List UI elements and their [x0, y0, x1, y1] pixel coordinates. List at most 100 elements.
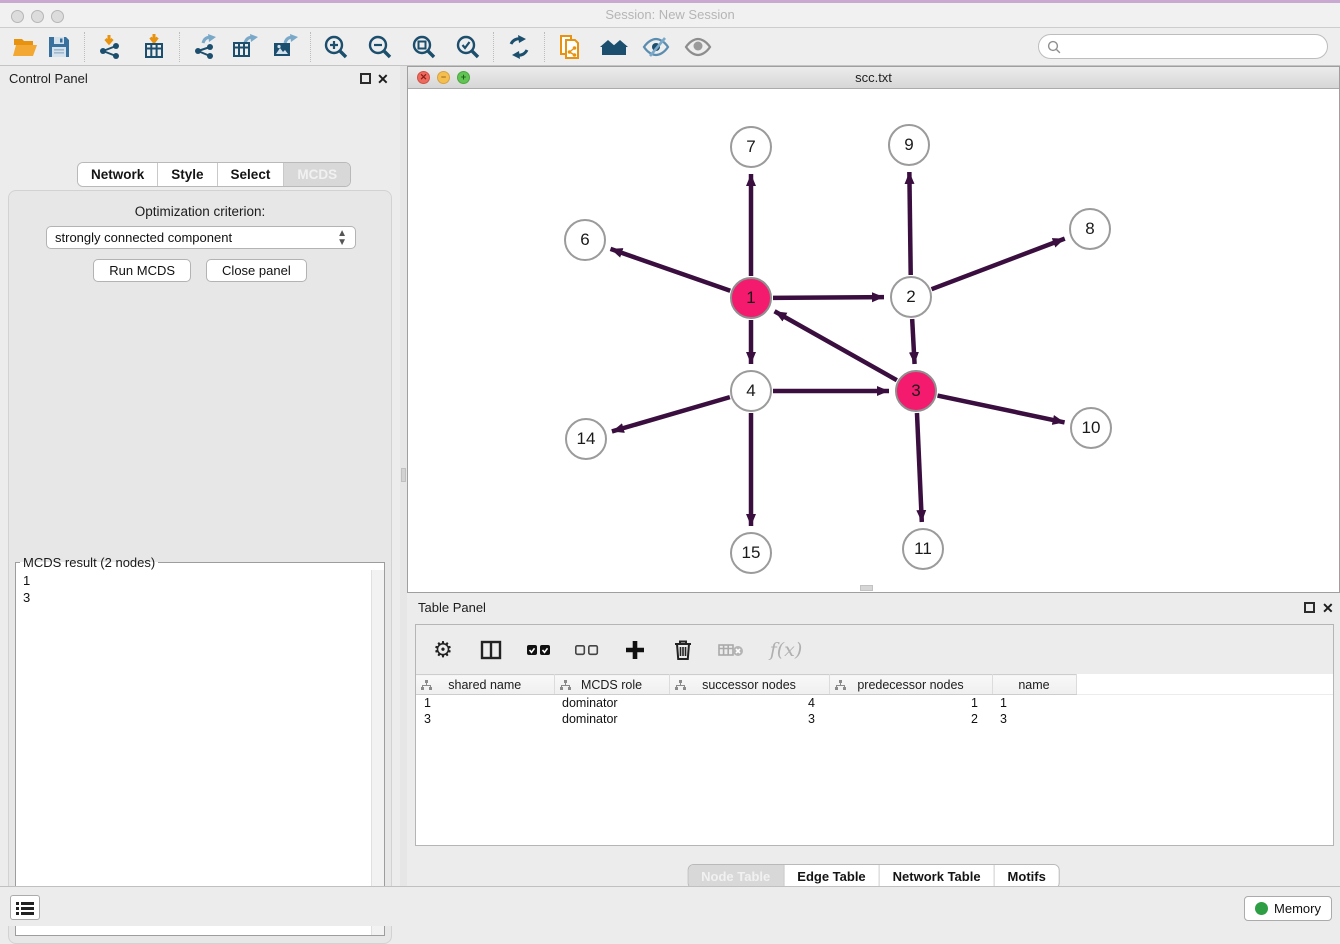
export-image-icon[interactable]: [268, 31, 302, 63]
table-cell[interactable]: dominator: [554, 711, 669, 727]
graph-node-4[interactable]: 4: [730, 370, 772, 412]
mcds-result-list[interactable]: 13: [16, 570, 371, 935]
control-panel-close-icon[interactable]: ✕: [377, 70, 389, 88]
column-header-MCDS-role[interactable]: MCDS role: [554, 675, 669, 695]
graph-edge-1-6[interactable]: [610, 249, 730, 291]
cybrowser-home-icon[interactable]: [597, 31, 631, 63]
add-column-plus-icon[interactable]: [622, 637, 648, 663]
table-cell[interactable]: 2: [829, 711, 992, 727]
graph-edge-3-11[interactable]: [917, 413, 922, 522]
graph-node-3[interactable]: 3: [895, 370, 937, 412]
split-view-icon[interactable]: [478, 637, 504, 663]
export-network-icon[interactable]: [188, 31, 222, 63]
select-stepper-icon: ▲▼: [337, 229, 347, 247]
search-input[interactable]: [1066, 39, 1327, 54]
control-panel-float-button[interactable]: [360, 73, 371, 84]
graph-edge-4-14[interactable]: [612, 397, 730, 431]
table-cell[interactable]: 3: [669, 711, 829, 727]
graph-edge-2-8[interactable]: [932, 239, 1065, 290]
hide-selected-eye-icon[interactable]: [639, 31, 673, 63]
mcds-result-item[interactable]: 3: [23, 589, 371, 606]
graph-node-14[interactable]: 14: [565, 418, 607, 460]
import-table-icon[interactable]: [137, 31, 171, 63]
network-canvas[interactable]: 7 9 6 8 1 2 4 3 14 10 15 11: [408, 89, 1339, 592]
graph-node-6[interactable]: 6: [564, 219, 606, 261]
search-icon: [1047, 40, 1061, 54]
table-row[interactable]: 1dominator411: [416, 695, 1333, 711]
zoom-in-icon[interactable]: [319, 31, 353, 63]
optimization-criterion-select[interactable]: strongly connected component ▲▼: [46, 226, 356, 249]
export-table-icon[interactable]: [228, 31, 262, 63]
tab-motifs[interactable]: Motifs: [995, 865, 1059, 888]
column-header-shared-name[interactable]: shared name: [416, 675, 554, 695]
graph-node-15[interactable]: 15: [730, 532, 772, 574]
tab-network-table[interactable]: Network Table: [880, 865, 995, 888]
graph-edge-3-1[interactable]: [775, 311, 897, 380]
table-cell[interactable]: 1: [416, 695, 554, 711]
table-cell[interactable]: 4: [669, 695, 829, 711]
graph-node-8[interactable]: 8: [1069, 208, 1111, 250]
table-panel-header: Table Panel ✕: [407, 594, 1340, 620]
duplicate-network-icon[interactable]: [553, 31, 587, 63]
column-header-successor-nodes[interactable]: successor nodes: [669, 675, 829, 695]
graph-node-10[interactable]: 10: [1070, 407, 1112, 449]
table-panel-float-button[interactable]: [1304, 602, 1315, 613]
tab-node-table[interactable]: Node Table: [688, 865, 784, 888]
delete-column-trash-icon[interactable]: [670, 637, 696, 663]
optimization-criterion-label: Optimization criterion:: [9, 204, 391, 219]
show-all-eye-icon[interactable]: [681, 31, 715, 63]
table-settings-gear-icon[interactable]: ⚙: [430, 637, 456, 663]
open-session-icon[interactable]: [8, 31, 42, 63]
deselect-all-icon[interactable]: [574, 637, 600, 663]
save-session-icon[interactable]: [42, 31, 76, 63]
import-network-icon[interactable]: [93, 31, 127, 63]
graph-edge-1-2[interactable]: [773, 297, 884, 298]
graph-edge-2-3[interactable]: [912, 319, 914, 364]
apply-layout-icon[interactable]: [502, 31, 536, 63]
panel-divider[interactable]: [400, 66, 407, 886]
graph-node-7[interactable]: 7: [730, 126, 772, 168]
tab-mcds[interactable]: MCDS: [284, 163, 350, 186]
select-all-icon[interactable]: [526, 637, 552, 663]
task-history-button[interactable]: [10, 895, 40, 920]
table-cell[interactable]: dominator: [554, 695, 669, 711]
close-panel-button[interactable]: Close panel: [206, 259, 307, 282]
control-panel-title: Control Panel: [9, 71, 88, 86]
table-panel-close-icon[interactable]: ✕: [1322, 599, 1334, 617]
table-cell[interactable]: 3: [992, 711, 1076, 727]
table-cell[interactable]: 3: [416, 711, 554, 727]
control-panel-tabs: NetworkStyleSelectMCDS: [77, 162, 351, 187]
column-header-name[interactable]: name: [992, 675, 1076, 695]
graph-node-1[interactable]: 1: [730, 277, 772, 319]
search-field[interactable]: [1038, 34, 1328, 59]
delete-table-icon[interactable]: [718, 637, 744, 663]
node-table: shared nameMCDS rolesuccessor nodesprede…: [416, 674, 1333, 727]
table-row[interactable]: 3dominator323: [416, 711, 1333, 727]
graph-node-11[interactable]: 11: [902, 528, 944, 570]
table-cell[interactable]: 1: [829, 695, 992, 711]
mcds-result-item[interactable]: 1: [23, 572, 371, 589]
tab-select[interactable]: Select: [218, 163, 285, 186]
table-cell[interactable]: 1: [992, 695, 1076, 711]
canvas-scroll-handle[interactable]: [860, 585, 873, 591]
run-mcds-button[interactable]: Run MCDS: [93, 259, 191, 282]
function-builder-icon[interactable]: f(x): [766, 637, 806, 663]
graph-edge-3-10[interactable]: [938, 396, 1065, 423]
zoom-out-icon[interactable]: [363, 31, 397, 63]
graph-node-9[interactable]: 9: [888, 124, 930, 166]
mcds-result-groupbox: MCDS result (2 nodes) 13: [15, 555, 385, 936]
result-scrollbar[interactable]: [371, 570, 384, 935]
toolbar-separator: [179, 32, 180, 62]
graph-node-2[interactable]: 2: [890, 276, 932, 318]
tab-style[interactable]: Style: [158, 163, 217, 186]
divider-handle[interactable]: [401, 468, 406, 482]
zoom-fit-icon[interactable]: [407, 31, 441, 63]
graph-edge-2-9[interactable]: [909, 172, 910, 275]
app-titlebar: Session: New Session: [0, 3, 1340, 28]
tab-network[interactable]: Network: [78, 163, 158, 186]
tab-edge-table[interactable]: Edge Table: [784, 865, 879, 888]
zoom-selected-icon[interactable]: [451, 31, 485, 63]
column-header-predecessor-nodes[interactable]: predecessor nodes: [829, 675, 992, 695]
memory-label: Memory: [1274, 901, 1321, 916]
memory-button[interactable]: Memory: [1244, 896, 1332, 921]
